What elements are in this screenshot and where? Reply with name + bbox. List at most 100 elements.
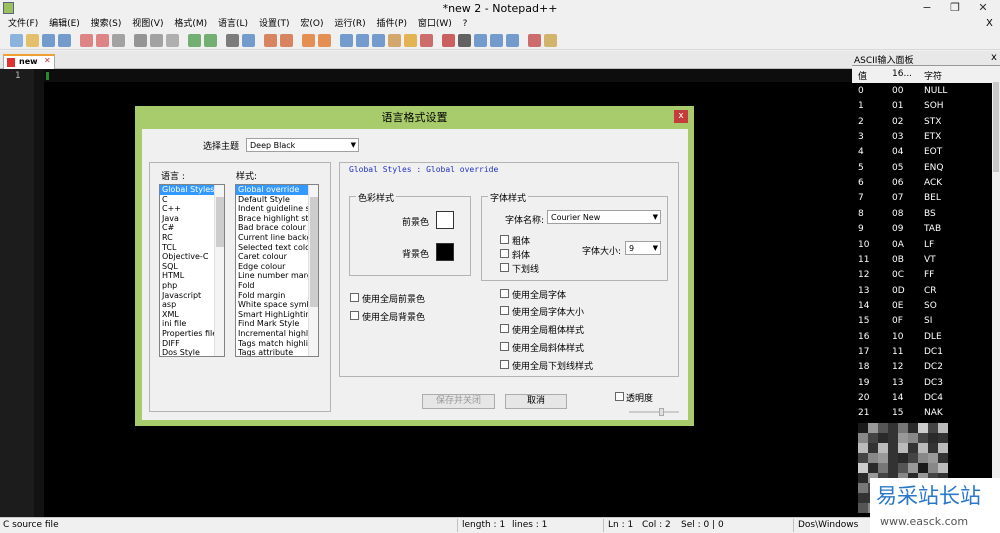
language-list[interactable]: Global Styles C C++ Java C# RC TCL Objective-C S…	[159, 184, 225, 357]
ascii-row[interactable]: 9 09 TAB	[852, 222, 992, 237]
ascii-row[interactable]: 17 11 DC1	[852, 345, 992, 360]
close-document-button[interactable]: X	[986, 18, 993, 29]
redo-icon[interactable]	[204, 34, 217, 47]
wrap-icon[interactable]	[340, 34, 353, 47]
menu-settings[interactable]: 设置(T)	[259, 17, 290, 31]
ascii-row[interactable]: 13 0D CR	[852, 284, 992, 299]
ascii-row[interactable]: 12 0C FF	[852, 268, 992, 283]
sync-v-icon[interactable]	[302, 34, 315, 47]
global-underline-checkbox[interactable]	[500, 360, 509, 369]
dialog-close-button[interactable]: x	[674, 110, 688, 123]
save-close-button[interactable]: 保存并关闭	[422, 394, 495, 409]
style-item[interactable]: Default Style	[236, 195, 318, 205]
minimize-button[interactable]: −	[912, 0, 942, 17]
global-font-checkbox[interactable]	[500, 289, 509, 298]
style-item[interactable]: Fold	[236, 281, 318, 291]
menu-file[interactable]: 文件(F)	[8, 17, 38, 31]
tab-close-icon[interactable]: ✕	[44, 56, 51, 65]
ascii-scrollbar[interactable]	[992, 66, 1000, 506]
ascii-row[interactable]: 10 0A LF	[852, 238, 992, 253]
style-item[interactable]: Global override	[236, 185, 318, 195]
ascii-row[interactable]: 15 0F SI	[852, 314, 992, 329]
style-item[interactable]: Brace highlight style	[236, 214, 318, 224]
menu-view[interactable]: 视图(V)	[132, 17, 163, 31]
ascii-row[interactable]: 21 15 NAK	[852, 406, 992, 421]
ascii-row[interactable]: 0 00 NULL	[852, 84, 992, 99]
bold-checkbox[interactable]	[500, 235, 509, 244]
col-header-char[interactable]: 字符	[924, 69, 942, 82]
play-multi-icon[interactable]	[490, 34, 503, 47]
replace-icon[interactable]	[242, 34, 255, 47]
background-color-swatch[interactable]	[436, 243, 454, 261]
ascii-panel-close-icon[interactable]: x	[991, 52, 997, 63]
ascii-row[interactable]: 3 03 ETX	[852, 130, 992, 145]
cut-icon[interactable]	[134, 34, 147, 47]
spellcheck-icon[interactable]	[528, 34, 541, 47]
transparency-slider[interactable]	[629, 408, 679, 416]
function-list-icon[interactable]	[420, 34, 433, 47]
abc-icon[interactable]	[544, 34, 557, 47]
ascii-row[interactable]: 6 06 ACK	[852, 176, 992, 191]
global-italic-checkbox[interactable]	[500, 342, 509, 351]
font-name-select[interactable]: Courier New ▼	[547, 210, 661, 224]
all-chars-icon[interactable]	[356, 34, 369, 47]
style-item[interactable]: Selected text colour	[236, 243, 318, 253]
sync-h-icon[interactable]	[318, 34, 331, 47]
menu-search[interactable]: 搜索(S)	[91, 17, 122, 31]
save-macro-icon[interactable]	[506, 34, 519, 47]
record-icon[interactable]	[442, 34, 455, 47]
global-bg-checkbox[interactable]	[350, 311, 359, 320]
style-item[interactable]: Find Mark Style	[236, 319, 318, 329]
ascii-row[interactable]: 5 05 ENQ	[852, 161, 992, 176]
style-item[interactable]: Incremental highlight	[236, 329, 318, 339]
doc-map-icon[interactable]	[404, 34, 417, 47]
style-list-scrollbar[interactable]	[308, 185, 318, 356]
ascii-row[interactable]: 19 13 DC3	[852, 376, 992, 391]
menu-run[interactable]: 运行(R)	[334, 17, 365, 31]
theme-select[interactable]: Deep Black ▼	[246, 138, 359, 152]
style-list[interactable]: Global override Default Style Indent guide…	[235, 184, 319, 357]
paste-icon[interactable]	[166, 34, 179, 47]
ascii-row[interactable]: 16 10 DLE	[852, 330, 992, 345]
global-bold-checkbox[interactable]	[500, 324, 509, 333]
menu-language[interactable]: 语言(L)	[218, 17, 248, 31]
font-size-select[interactable]: 9 ▼	[625, 241, 661, 255]
open-icon[interactable]	[26, 34, 39, 47]
menu-plugins[interactable]: 插件(P)	[377, 17, 407, 31]
indent-guide-icon[interactable]	[372, 34, 385, 47]
style-item[interactable]: Tags match highlighting	[236, 339, 318, 349]
ascii-row[interactable]: 2 02 STX	[852, 115, 992, 130]
close-icon[interactable]	[80, 34, 93, 47]
cancel-button[interactable]: 取消	[505, 394, 567, 409]
style-item[interactable]: Indent guideline style	[236, 204, 318, 214]
style-item[interactable]: Tags attribute	[236, 348, 318, 356]
undo-icon[interactable]	[188, 34, 201, 47]
menu-window[interactable]: 窗口(W)	[418, 17, 452, 31]
col-header-hex[interactable]: 16...	[892, 69, 912, 79]
style-item[interactable]: Smart HighLighting	[236, 310, 318, 320]
language-list-scrollbar[interactable]	[214, 185, 224, 356]
ascii-scroll-thumb[interactable]	[993, 82, 999, 172]
style-item[interactable]: Line number margin	[236, 271, 318, 281]
col-header-value[interactable]: 值	[858, 69, 867, 82]
close-all-icon[interactable]	[96, 34, 109, 47]
close-window-button[interactable]: ✕	[968, 0, 998, 17]
menu-macro[interactable]: 宏(O)	[300, 17, 323, 31]
print-icon[interactable]	[112, 34, 125, 47]
style-item[interactable]: White space symbol	[236, 300, 318, 310]
ascii-row[interactable]: 14 0E SO	[852, 299, 992, 314]
style-item[interactable]: Fold margin	[236, 291, 318, 301]
udl-icon[interactable]	[388, 34, 401, 47]
save-icon[interactable]	[42, 34, 55, 47]
menu-help[interactable]: ?	[463, 17, 468, 31]
italic-checkbox[interactable]	[500, 249, 509, 258]
find-icon[interactable]	[226, 34, 239, 47]
fold-margin[interactable]	[34, 69, 44, 517]
ascii-row[interactable]: 8 08 BS	[852, 207, 992, 222]
ascii-row[interactable]: 4 04 EOT	[852, 145, 992, 160]
menu-format[interactable]: 格式(M)	[174, 17, 207, 31]
menu-edit[interactable]: 编辑(E)	[49, 17, 80, 31]
style-item[interactable]: Bad brace colour	[236, 223, 318, 233]
ascii-row[interactable]: 18 12 DC2	[852, 360, 992, 375]
maximize-button[interactable]: ❐	[940, 0, 970, 17]
